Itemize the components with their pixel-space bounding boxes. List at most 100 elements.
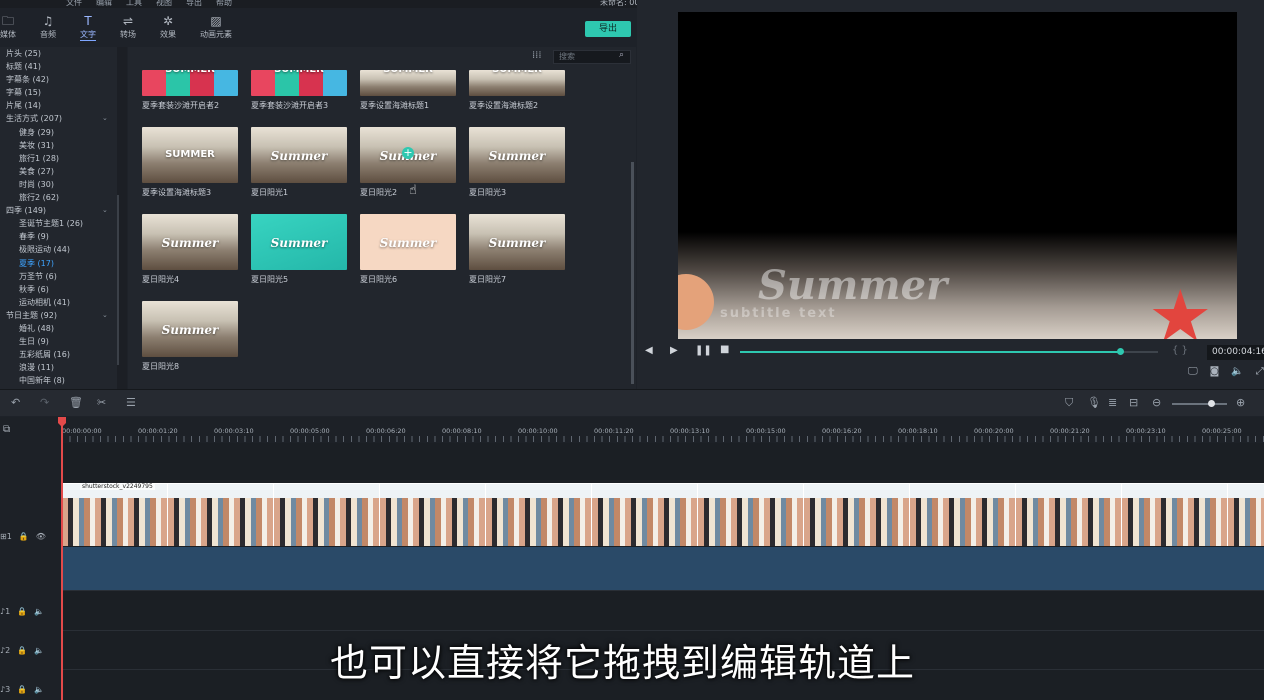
category-item[interactable]: 浪漫 (11)	[0, 361, 117, 374]
lock-icon[interactable]: 🔒	[19, 532, 29, 541]
title-thumbnail[interactable]: SUMMER	[469, 70, 565, 96]
category-item[interactable]: 中国新年 (8)	[0, 374, 117, 387]
category-item[interactable]: 字幕条 (42)	[0, 73, 117, 86]
category-item[interactable]: 美食 (27)	[0, 165, 117, 178]
zoom-handle[interactable]	[1208, 400, 1215, 407]
category-item[interactable]: 运动相机 (41)	[0, 296, 117, 309]
preview-canvas[interactable]: Summer subtitle text ★	[678, 12, 1237, 339]
delete-icon[interactable]: 🗑	[69, 396, 83, 409]
snapshot-icon[interactable]: ◙	[1210, 366, 1220, 377]
title-thumbnail[interactable]: Summer	[251, 214, 347, 270]
speaker-icon[interactable]: 🔈	[34, 685, 44, 694]
category-item[interactable]: 万圣节 (6)	[0, 270, 117, 283]
mixer-icon[interactable]: ≣	[1108, 396, 1117, 409]
tab-transition[interactable]: ⇌ 转场	[108, 14, 148, 40]
category-item[interactable]: 旅行1 (28)	[0, 152, 117, 165]
category-item[interactable]: 四季 (149) ⌄	[0, 204, 117, 217]
menu-help[interactable]: 帮助	[216, 0, 232, 7]
title-thumbnail[interactable]: Summer+	[360, 127, 456, 183]
library-scrollbar[interactable]	[631, 162, 634, 384]
playhead[interactable]	[61, 417, 63, 700]
category-item[interactable]: 生日 (9)	[0, 335, 117, 348]
category-item[interactable]: 标题 (41)	[0, 60, 117, 73]
category-item[interactable]: 夏季 (17)	[0, 257, 117, 270]
category-scrollbar[interactable]	[117, 195, 119, 365]
title-thumbnail[interactable]: Summer	[469, 127, 565, 183]
marker-icon[interactable]: ⛉	[1065, 396, 1073, 410]
title-thumbnail[interactable]: SUMMER	[142, 70, 238, 96]
category-item[interactable]: 健身 (29)	[0, 126, 117, 139]
display-icon[interactable]: 🖵	[1188, 366, 1198, 377]
category-item[interactable]: 春季 (9)	[0, 230, 117, 243]
title-thumbnail[interactable]: Summer	[142, 301, 238, 357]
lock-icon[interactable]: 🔒	[17, 685, 27, 694]
title-thumbnail[interactable]: Summer	[360, 214, 456, 270]
category-item[interactable]: 极限运动 (44)	[0, 243, 117, 256]
volume-icon[interactable]: 🔈	[1231, 366, 1243, 377]
chevron-down-icon[interactable]: ⌄	[102, 309, 108, 322]
menu-view[interactable]: 视图	[156, 0, 172, 7]
menu-export[interactable]: 导出	[186, 0, 202, 7]
category-item[interactable]: 时尚 (30)	[0, 178, 117, 191]
tab-audio[interactable]: ♫ 音频	[28, 14, 68, 40]
ruler-label: 00:00:10:00	[518, 427, 558, 435]
category-item[interactable]: 旅行2 (62)	[0, 191, 117, 204]
eye-icon[interactable]: 👁	[36, 532, 46, 541]
speaker-icon[interactable]: 🔈	[34, 646, 44, 655]
title-thumbnail[interactable]: SUMMER	[360, 70, 456, 96]
tab-text[interactable]: T 文字	[68, 14, 108, 41]
add-track-icon[interactable]: ⧉	[3, 424, 10, 435]
stop-icon[interactable]: ■	[720, 344, 729, 355]
speaker-icon[interactable]: 🔈	[34, 607, 44, 616]
category-item[interactable]: 片尾 (14)	[0, 99, 117, 112]
zoom-in-icon[interactable]: ⊕	[1236, 396, 1245, 409]
category-label: 夏季 (17)	[19, 258, 54, 268]
title-thumbnail[interactable]: SUMMER	[251, 70, 347, 96]
chevron-down-icon[interactable]: ⌄	[102, 204, 108, 217]
grid-view-icon[interactable]: ⁞⁞⁞	[532, 50, 542, 61]
cut-icon[interactable]: ✂	[97, 396, 106, 409]
zoom-slider[interactable]	[1172, 403, 1227, 405]
menu-tools[interactable]: 工具	[126, 0, 142, 7]
fit-icon[interactable]: ⊟	[1129, 396, 1138, 409]
category-item[interactable]: 婚礼 (48)	[0, 322, 117, 335]
tab-elements[interactable]: ▨ 动画元素	[196, 14, 236, 40]
title-thumbnail[interactable]: Summer	[469, 214, 565, 270]
lock-icon[interactable]: 🔒	[17, 646, 27, 655]
menu-bar: 文件 编辑 工具 视图 导出 帮助	[0, 0, 232, 7]
chevron-down-icon[interactable]: ⌄	[102, 112, 108, 125]
export-button[interactable]: 导出	[585, 21, 631, 37]
play-icon[interactable]: ▶	[670, 345, 678, 356]
category-item[interactable]: 生活方式 (207) ⌄	[0, 112, 117, 125]
search-icon[interactable]: ⌕	[619, 50, 624, 60]
category-item[interactable]: 美妆 (31)	[0, 139, 117, 152]
add-plus-icon[interactable]: +	[402, 147, 414, 159]
category-item[interactable]: 片头 (25)	[0, 47, 117, 60]
undo-icon[interactable]: ↶	[11, 396, 20, 409]
prev-frame-icon[interactable]: ◀	[645, 345, 653, 356]
menu-file[interactable]: 文件	[66, 0, 82, 7]
category-item[interactable]: 秋季 (6)	[0, 283, 117, 296]
category-item[interactable]: 圣诞节主题1 (26)	[0, 217, 117, 230]
video-clip[interactable]	[62, 483, 1264, 546]
title-thumbnail[interactable]: Summer	[251, 127, 347, 183]
category-item[interactable]: 字幕 (15)	[0, 86, 117, 99]
transition-icon: ⇌	[122, 14, 134, 28]
redo-icon[interactable]: ↷	[40, 396, 49, 409]
pause-icon[interactable]: ❚❚	[695, 345, 712, 356]
category-item[interactable]: 节日主题 (92) ⌄	[0, 309, 117, 322]
tab-effects[interactable]: ✲ 效果	[148, 14, 188, 40]
video-track-audio-area[interactable]	[62, 547, 1264, 590]
mark-in-out-icon[interactable]: { }	[1172, 345, 1188, 356]
menu-edit[interactable]: 编辑	[96, 0, 112, 7]
mic-icon[interactable]: 🎙	[1087, 396, 1101, 409]
zoom-out-icon[interactable]: ⊖	[1152, 396, 1161, 409]
fullscreen-icon[interactable]: ⤢	[1256, 366, 1264, 377]
lock-icon[interactable]: 🔒	[17, 607, 27, 616]
title-thumbnail[interactable]: Summer	[142, 214, 238, 270]
tab-media[interactable]: 🗀 媒体	[0, 14, 28, 40]
title-thumbnail[interactable]: SUMMER	[142, 127, 238, 183]
adjust-icon[interactable]: ☰	[126, 396, 136, 409]
category-item[interactable]: 五彩纸屑 (16)	[0, 348, 117, 361]
category-label: 时尚 (30)	[19, 179, 54, 189]
